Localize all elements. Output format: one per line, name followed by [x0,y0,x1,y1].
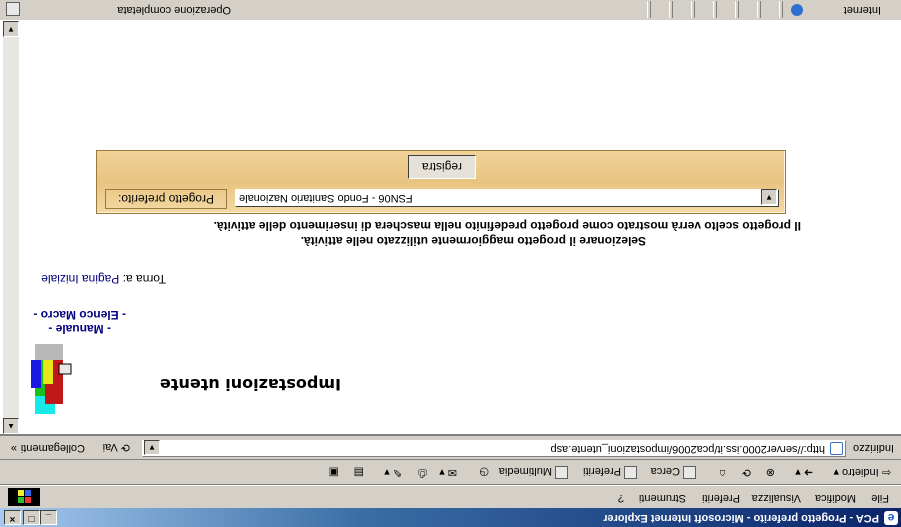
menu-strumenti[interactable]: Strumenti [639,492,686,504]
home-page-link[interactable]: Pagina Iniziale [41,272,119,286]
address-url: http://server2000.iss.it/pca2006/imposta… [550,443,825,455]
menu-help[interactable]: ? [618,492,624,504]
forward-button[interactable]: ➜ ▾ [795,466,813,479]
back-arrow-icon: ⇦ [878,466,891,478]
settings-panel: ▼ FSN06 - Fondo Sanitario Nazionale Prog… [96,150,786,214]
address-bar: Indirizzo http://server2000.iss.it/pca20… [0,435,901,460]
security-zone: Internet [843,4,881,16]
stop-icon[interactable]: ⊗ [766,466,775,479]
project-select-value: FSN06 - Fondo Sanitario Nazionale [239,192,413,204]
menu-file[interactable]: File [871,492,889,504]
info-text-1: Selezionare il progetto maggiormente uti… [300,234,646,248]
close-button[interactable]: × [4,510,21,525]
site-logo [17,339,81,414]
project-select[interactable]: ▼ FSN06 - Fondo Sanitario Nazionale [235,189,779,207]
history-icon[interactable]: ◷ [479,466,489,479]
status-bar: Operazione completata Internet [0,0,901,21]
window-title: PCA - Progetto preferito - Microsoft Int… [603,512,879,524]
go-button[interactable]: ⟳ Vai [103,441,130,454]
scroll-down-icon[interactable]: ▼ [3,21,19,37]
vertical-scrollbar[interactable]: ▲ ▼ [3,21,19,434]
select-dropdown-icon[interactable]: ▼ [761,189,777,205]
status-text: Operazione completata [117,4,231,16]
project-label: Progetto preferito: [105,189,227,209]
address-input[interactable]: http://server2000.iss.it/pca2006/imposta… [142,440,846,457]
address-label: Indirizzo [853,442,894,454]
page-content: Impostazioni utente - Manuale - - Elenco… [0,21,901,435]
back-label: Indietro [842,466,879,478]
minimize-button[interactable]: _ [40,510,57,525]
address-dropdown-icon[interactable]: ▼ [144,440,160,455]
elenco-macro-link[interactable]: - Elenco Macro - [33,308,126,322]
windows-logo-icon [8,488,40,506]
menu-bar: File Modifica Visualizza Preferiti Strum… [0,485,901,508]
scroll-up-icon[interactable]: ▲ [3,418,19,434]
info-text-2: Il progetto scelto verrà mostrato come p… [213,219,801,233]
favorites-button[interactable]: Preferiti [583,465,637,479]
search-label: Cerca [650,465,680,477]
manuale-link[interactable]: - Manuale - [48,322,111,336]
menu-preferiti[interactable]: Preferiti [702,492,740,504]
discuss-icon[interactable]: ▤ [354,466,364,479]
multimedia-button[interactable]: Multimedia [499,465,568,479]
search-icon [683,466,696,479]
search-button[interactable]: Cerca [651,465,696,479]
links-button[interactable]: Collegamenti [21,442,85,454]
page-icon [830,442,843,455]
go-arrow-icon: ⟳ [117,441,130,453]
menu-visualizza[interactable]: Visualizza [752,492,801,504]
multimedia-label: Multimedia [498,465,552,477]
browser-window: e PCA - Progetto preferito - Microsoft I… [0,0,901,527]
save-button[interactable]: registra [408,155,476,179]
go-label: Vai [102,441,118,453]
menu-modifica[interactable]: Modifica [815,492,856,504]
print-icon[interactable]: ⎙ [418,466,427,479]
messenger-icon[interactable]: ▣ [329,466,339,479]
mail-icon[interactable]: ✉ ▾ [439,466,457,479]
page-title: Impostazioni utente [159,375,341,394]
home-icon[interactable]: ⌂ [719,467,726,479]
multimedia-icon [555,466,568,479]
links-chevron-icon[interactable]: » [11,442,17,454]
edit-icon[interactable]: ✎ ▾ [384,466,402,479]
title-bar: e PCA - Progetto preferito - Microsoft I… [0,508,901,527]
refresh-icon[interactable]: ⟳ [742,466,751,479]
favorites-label: Preferiti [583,465,621,477]
internet-globe-icon [791,4,803,16]
back-prefix: Torna a: [122,272,166,286]
back-button[interactable]: ⇦ Indietro ▾ [833,466,891,479]
favorites-icon [624,466,637,479]
ie-icon: e [884,511,898,525]
toolbar: ⇦ Indietro ▾ ➜ ▾ ⊗ ⟳ ⌂ Cerca Preferiti M… [0,459,901,485]
maximize-button[interactable]: □ [23,510,40,525]
page-status-icon [6,2,20,16]
back-link-line: Torna a: Pagina Iniziale [41,272,166,286]
